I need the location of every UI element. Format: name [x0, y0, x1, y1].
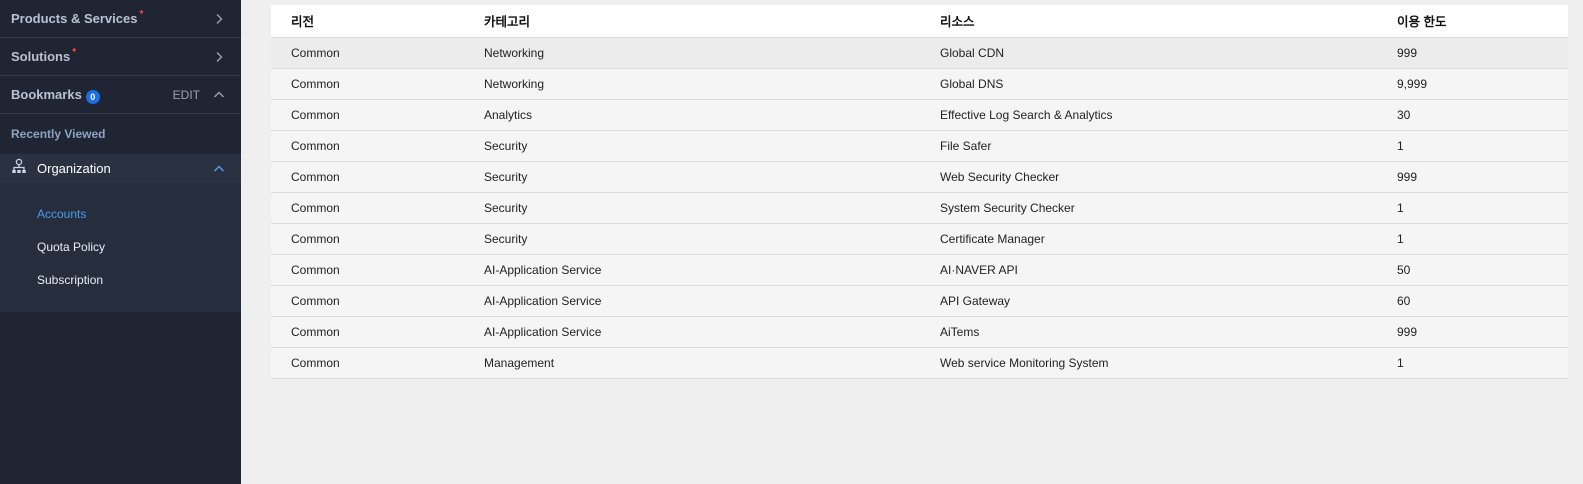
submenu-item-subscription[interactable]: Subscription	[0, 263, 241, 296]
cell-resource: Web service Monitoring System	[940, 347, 1397, 379]
cell-region: Common	[271, 347, 484, 379]
table-row[interactable]: Common Security System Security Checker …	[271, 192, 1568, 224]
cell-region: Common	[271, 161, 484, 193]
cell-resource: System Security Checker	[940, 192, 1397, 224]
bookmarks-label: Bookmarks 0	[11, 87, 100, 104]
cell-resource: AiTems	[940, 316, 1397, 348]
cell-region: Common	[271, 37, 484, 69]
table-row[interactable]: Common AI-Application Service API Gatewa…	[271, 285, 1568, 317]
cell-region: Common	[271, 192, 484, 224]
chevron-right-icon[interactable]	[208, 46, 230, 68]
cell-resource: Certificate Manager	[940, 223, 1397, 255]
chevron-up-icon[interactable]	[208, 158, 230, 180]
cell-region: Common	[271, 285, 484, 317]
cell-resource: Global DNS	[940, 68, 1397, 100]
header-usage-limit[interactable]: 이용 한도	[1397, 5, 1568, 38]
new-marker: *	[139, 9, 144, 20]
cell-region: Common	[271, 316, 484, 348]
submenu-item-accounts[interactable]: Accounts	[0, 197, 241, 230]
cell-limit: 999	[1397, 316, 1568, 348]
nav-solutions[interactable]: Solutions *	[0, 38, 241, 76]
bookmarks-count-badge: 0	[85, 89, 100, 104]
cell-category: Networking	[484, 37, 940, 69]
quota-table-container: 리전 카테고리 리소스 이용 한도 Common Networking Glob…	[271, 5, 1568, 379]
organization-icon	[11, 158, 27, 179]
table-row[interactable]: Common Security File Safer 1	[271, 130, 1568, 162]
cell-category: Management	[484, 347, 940, 379]
header-resource[interactable]: 리소스	[940, 5, 1397, 38]
new-marker: *	[72, 47, 77, 58]
organization-label: Organization	[37, 161, 111, 176]
cell-limit: 1	[1397, 223, 1568, 255]
cell-resource: API Gateway	[940, 285, 1397, 317]
table-row[interactable]: Common Networking Global CDN 999	[271, 37, 1568, 69]
cell-limit: 999	[1397, 161, 1568, 193]
cell-category: Security	[484, 223, 940, 255]
nav-bookmarks[interactable]: Bookmarks 0 EDIT	[0, 76, 241, 114]
cell-category: AI-Application Service	[484, 316, 940, 348]
table-row[interactable]: Common Security Certificate Manager 1	[271, 223, 1568, 255]
header-region[interactable]: 리전	[271, 5, 484, 38]
submenu-item-quota-policy[interactable]: Quota Policy	[0, 230, 241, 263]
cell-category: Security	[484, 130, 940, 162]
sidebar: Products & Services * Solutions * Bookmark…	[0, 0, 241, 484]
cell-region: Common	[271, 254, 484, 286]
cell-limit: 1	[1397, 347, 1568, 379]
table-row[interactable]: Common Security Web Security Checker 999	[271, 161, 1568, 193]
cell-limit: 1	[1397, 192, 1568, 224]
cell-category: Security	[484, 192, 940, 224]
cell-region: Common	[271, 99, 484, 131]
nav-products-services[interactable]: Products & Services *	[0, 0, 241, 38]
cell-limit: 50	[1397, 254, 1568, 286]
cell-resource: AI·NAVER API	[940, 254, 1397, 286]
cell-limit: 999	[1397, 37, 1568, 69]
cell-category: Analytics	[484, 99, 940, 131]
cell-resource: Global CDN	[940, 37, 1397, 69]
cell-category: AI-Application Service	[484, 285, 940, 317]
cell-category: Security	[484, 161, 940, 193]
table-header-row: 리전 카테고리 리소스 이용 한도	[271, 5, 1568, 38]
table-row[interactable]: Common AI-Application Service AI·NAVER A…	[271, 254, 1568, 286]
recently-viewed-heading[interactable]: Recently Viewed	[0, 114, 241, 154]
table-row[interactable]: Common AI-Application Service AiTems 999	[271, 316, 1568, 348]
cell-region: Common	[271, 223, 484, 255]
cell-region: Common	[271, 68, 484, 100]
organization-submenu: Accounts Quota Policy Subscription	[0, 183, 241, 312]
solutions-label: Solutions *	[11, 47, 77, 64]
products-services-label: Products & Services *	[11, 9, 144, 26]
cell-category: AI-Application Service	[484, 254, 940, 286]
cell-limit: 30	[1397, 99, 1568, 131]
cell-resource: Effective Log Search & Analytics	[940, 99, 1397, 131]
cell-limit: 1	[1397, 130, 1568, 162]
nav-organization[interactable]: Organization	[0, 154, 241, 183]
quota-table: 리전 카테고리 리소스 이용 한도 Common Networking Glob…	[271, 5, 1568, 379]
cell-limit: 9,999	[1397, 68, 1568, 100]
table-row[interactable]: Common Networking Global DNS 9,999	[271, 68, 1568, 100]
chevron-up-icon[interactable]	[208, 84, 230, 106]
table-row[interactable]: Common Analytics Effective Log Search & …	[271, 99, 1568, 131]
cell-category: Networking	[484, 68, 940, 100]
chevron-right-icon[interactable]	[208, 8, 230, 30]
cell-region: Common	[271, 130, 484, 162]
bookmarks-edit-button[interactable]: EDIT	[173, 88, 200, 102]
cell-resource: Web Security Checker	[940, 161, 1397, 193]
table-row[interactable]: Common Management Web service Monitoring…	[271, 347, 1568, 379]
cell-resource: File Safer	[940, 130, 1397, 162]
cell-limit: 60	[1397, 285, 1568, 317]
header-category[interactable]: 카테고리	[484, 5, 940, 38]
